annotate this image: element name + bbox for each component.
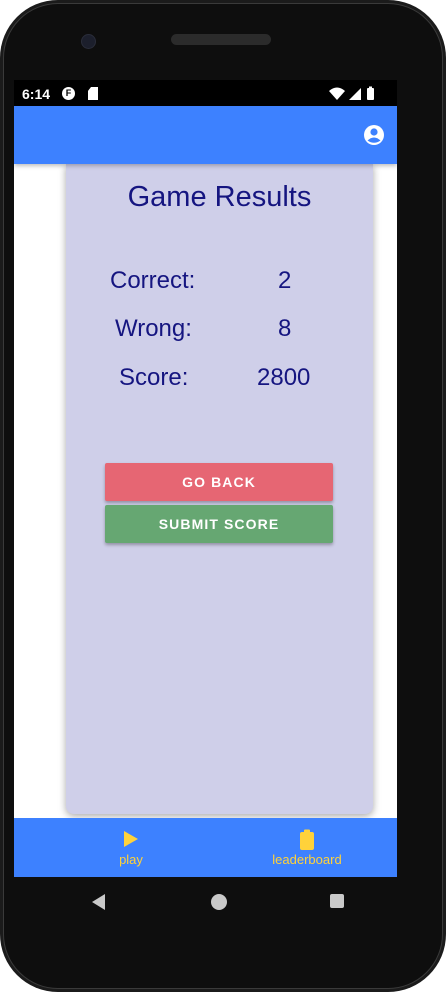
battery-icon bbox=[367, 88, 374, 100]
account-circle-icon[interactable] bbox=[363, 124, 385, 146]
page-title: Game Results bbox=[127, 181, 312, 213]
submit-score-button[interactable]: SUBMIT SCORE bbox=[105, 505, 333, 543]
play-icon bbox=[124, 831, 138, 847]
wifi-icon bbox=[329, 87, 345, 100]
content-area: Game Results Correct: 2 Wrong: 8 Score: … bbox=[14, 164, 397, 818]
status-bar: 6:14 F bbox=[14, 80, 397, 106]
nav-item-leaderboard[interactable]: leaderboard bbox=[247, 818, 367, 877]
nav-item-play[interactable]: play bbox=[71, 818, 191, 877]
correct-value: 2 bbox=[278, 267, 292, 294]
signal-icon bbox=[349, 88, 361, 100]
app-bar bbox=[14, 106, 397, 164]
system-navigation bbox=[0, 877, 446, 937]
speaker-grille bbox=[171, 34, 271, 45]
screen: 6:14 F Game Results Correct: 2 Wrong: 8 … bbox=[14, 80, 397, 877]
correct-label: Correct: bbox=[110, 267, 196, 294]
phone-frame: 6:14 F Game Results Correct: 2 Wrong: 8 … bbox=[0, 0, 446, 992]
recents-icon[interactable] bbox=[330, 894, 344, 908]
notification-f-icon: F bbox=[62, 87, 75, 100]
bottom-nav: play leaderboard bbox=[14, 818, 397, 877]
score-value: 2800 bbox=[257, 364, 311, 391]
score-label: Score: bbox=[119, 364, 189, 391]
camera-icon bbox=[81, 34, 96, 49]
nav-label-leaderboard: leaderboard bbox=[272, 852, 342, 867]
go-back-button[interactable]: GO BACK bbox=[105, 463, 333, 501]
home-icon[interactable] bbox=[211, 894, 227, 910]
back-icon[interactable] bbox=[92, 894, 105, 910]
wrong-label: Wrong: bbox=[115, 315, 192, 342]
results-card: Game Results Correct: 2 Wrong: 8 Score: … bbox=[66, 164, 373, 814]
sd-card-icon bbox=[88, 87, 98, 100]
nav-label-play: play bbox=[119, 852, 143, 867]
status-time: 6:14 bbox=[22, 86, 51, 102]
wrong-value: 8 bbox=[278, 315, 292, 342]
clipboard-icon bbox=[300, 829, 314, 850]
status-right-icons bbox=[329, 86, 374, 100]
